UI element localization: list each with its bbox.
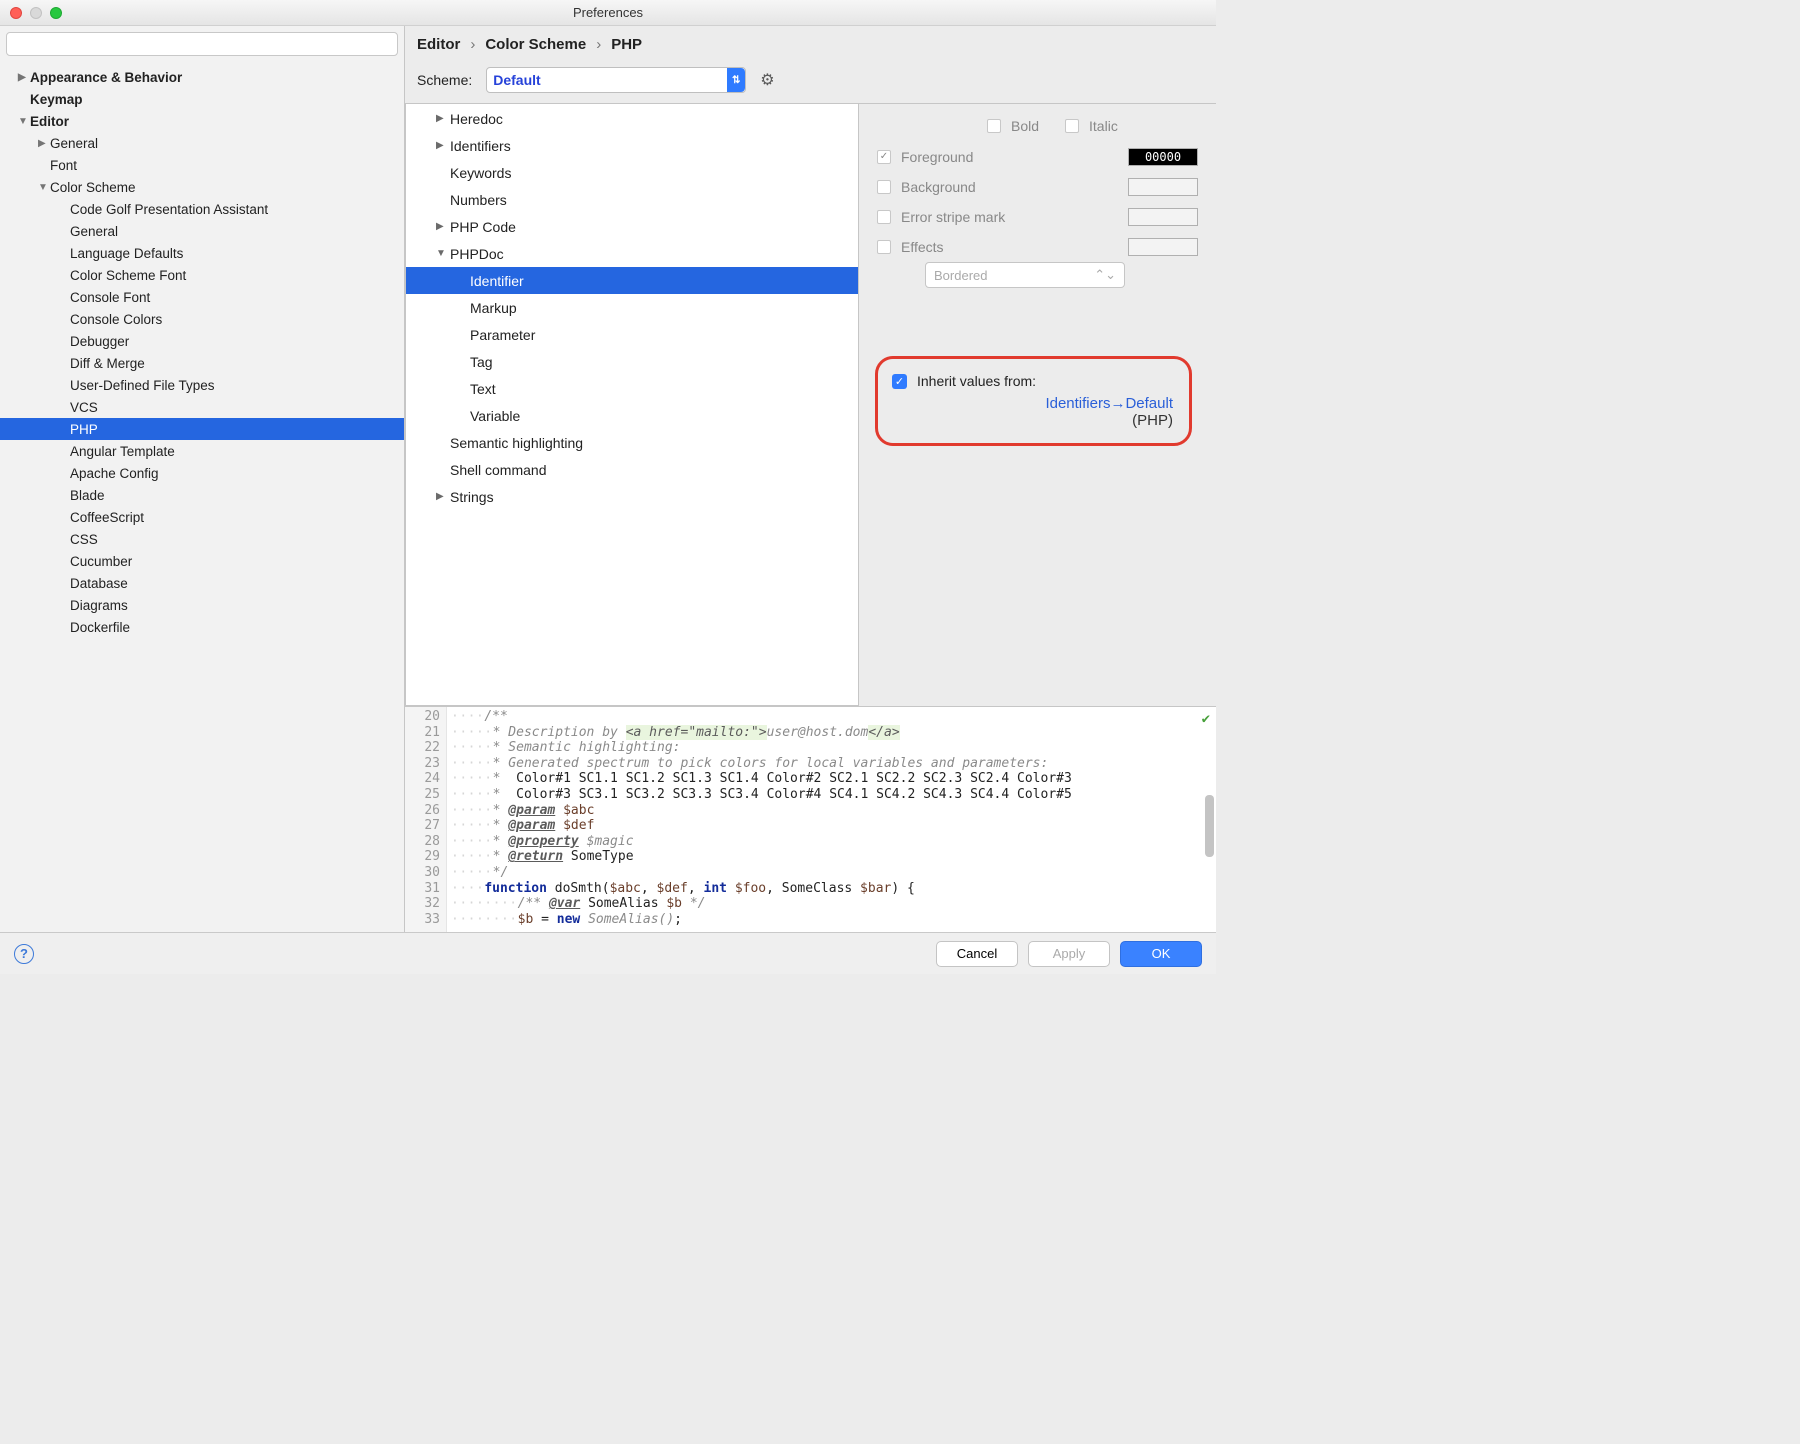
sidebar-item[interactable]: Diagrams bbox=[0, 594, 404, 616]
effects-checkbox[interactable] bbox=[877, 240, 891, 254]
inherit-sublabel: (PHP) bbox=[892, 412, 1173, 429]
sidebar-item[interactable]: VCS bbox=[0, 396, 404, 418]
foreground-swatch[interactable]: 00000 bbox=[1128, 148, 1198, 166]
attribute-item[interactable]: Numbers bbox=[406, 186, 858, 213]
attribute-item[interactable]: Markup bbox=[406, 294, 858, 321]
settings-tree[interactable]: ▶Appearance & BehaviorKeymap▼Editor▶Gene… bbox=[0, 62, 404, 932]
help-button[interactable]: ? bbox=[14, 944, 34, 964]
cancel-button[interactable]: Cancel bbox=[936, 941, 1018, 967]
chevron-right-icon: › bbox=[596, 36, 601, 53]
sidebar-item[interactable]: CSS bbox=[0, 528, 404, 550]
effects-swatch[interactable] bbox=[1128, 238, 1198, 256]
sidebar-item[interactable]: User-Defined File Types bbox=[0, 374, 404, 396]
foreground-checkbox[interactable] bbox=[877, 150, 891, 164]
bold-toggle[interactable]: Bold bbox=[987, 118, 1039, 134]
attribute-item[interactable]: ▶PHP Code bbox=[406, 213, 858, 240]
breadcrumb-item: PHP bbox=[611, 36, 642, 53]
attribute-item[interactable]: Semantic highlighting bbox=[406, 429, 858, 456]
breadcrumb-item[interactable]: Editor bbox=[417, 36, 460, 53]
scheme-select[interactable]: Default ⇅ bbox=[486, 67, 746, 93]
chevron-updown-icon: ⌃⌄ bbox=[1094, 267, 1116, 283]
sidebar-item[interactable]: Keymap bbox=[0, 88, 404, 110]
attribute-tree[interactable]: Functions and Methods▶Heredoc▶Identifier… bbox=[405, 103, 859, 706]
foreground-row[interactable]: Foreground00000 bbox=[877, 142, 1198, 172]
sidebar-item[interactable]: Database bbox=[0, 572, 404, 594]
dropdown-spinner-icon: ⇅ bbox=[727, 68, 745, 92]
chevron-right-icon: › bbox=[470, 36, 475, 53]
sidebar-item[interactable]: CoffeeScript bbox=[0, 506, 404, 528]
inherit-callout: ✓ Inherit values from: Identifiers→Defau… bbox=[875, 356, 1192, 446]
inherit-link[interactable]: Identifiers→Default bbox=[892, 395, 1173, 412]
apply-button[interactable]: Apply bbox=[1028, 941, 1110, 967]
gutter: 2021222324252627282930313233 bbox=[405, 707, 447, 932]
sidebar-item[interactable]: Angular Template bbox=[0, 440, 404, 462]
effects-type-select[interactable]: Bordered⌃⌄ bbox=[925, 262, 1125, 288]
sidebar-item[interactable]: Cucumber bbox=[0, 550, 404, 572]
attribute-item[interactable]: Variable bbox=[406, 402, 858, 429]
dialog-footer: ? Cancel Apply OK bbox=[0, 932, 1216, 974]
attribute-item[interactable]: Tag bbox=[406, 348, 858, 375]
sidebar-item[interactable]: ▼Editor bbox=[0, 110, 404, 132]
breadcrumb: Editor › Color Scheme › PHP bbox=[405, 26, 1216, 59]
sidebar-item[interactable]: Code Golf Presentation Assistant bbox=[0, 198, 404, 220]
background-checkbox[interactable] bbox=[877, 180, 891, 194]
scheme-label: Scheme: bbox=[417, 72, 472, 88]
attribute-item[interactable]: Text bbox=[406, 375, 858, 402]
sidebar-item[interactable]: Language Defaults bbox=[0, 242, 404, 264]
breadcrumb-item[interactable]: Color Scheme bbox=[485, 36, 586, 53]
errorstripe-row[interactable]: Error stripe mark bbox=[877, 202, 1198, 232]
attribute-item[interactable]: Shell command bbox=[406, 456, 858, 483]
errorstripe-checkbox[interactable] bbox=[877, 210, 891, 224]
code-area[interactable]: ····/**·····* Description by <a href="ma… bbox=[447, 707, 1216, 932]
code-preview[interactable]: 2021222324252627282930313233 ····/**····… bbox=[405, 706, 1216, 932]
sidebar-item[interactable]: Diff & Merge bbox=[0, 352, 404, 374]
attribute-item[interactable]: ▶Strings bbox=[406, 483, 858, 510]
background-row[interactable]: Background bbox=[877, 172, 1198, 202]
settings-search-input[interactable] bbox=[6, 32, 398, 56]
attribute-item[interactable]: Parameter bbox=[406, 321, 858, 348]
ok-button[interactable]: OK bbox=[1120, 941, 1202, 967]
sidebar-item[interactable]: Debugger bbox=[0, 330, 404, 352]
inherit-checkbox[interactable]: ✓ bbox=[892, 374, 907, 389]
sidebar-item[interactable]: Dockerfile bbox=[0, 616, 404, 638]
gear-icon[interactable]: ⚙ bbox=[760, 70, 774, 90]
settings-sidebar: 🔍▾ ▶Appearance & BehaviorKeymap▼Editor▶G… bbox=[0, 26, 405, 932]
sidebar-item[interactable]: General bbox=[0, 220, 404, 242]
sidebar-item[interactable]: ▼Color Scheme bbox=[0, 176, 404, 198]
scrollbar-thumb[interactable] bbox=[1205, 795, 1214, 857]
attribute-item[interactable]: ▶Heredoc bbox=[406, 105, 858, 132]
attribute-item[interactable]: ▶Identifiers bbox=[406, 132, 858, 159]
attribute-item[interactable]: Identifier bbox=[406, 267, 858, 294]
sidebar-item[interactable]: Console Font bbox=[0, 286, 404, 308]
style-panel: Bold Italic Foreground00000 Background E… bbox=[859, 104, 1216, 706]
sidebar-item[interactable]: Blade bbox=[0, 484, 404, 506]
effects-row[interactable]: Effects bbox=[877, 232, 1198, 262]
sidebar-item[interactable]: ▶General bbox=[0, 132, 404, 154]
attribute-item[interactable]: ▼PHPDoc bbox=[406, 240, 858, 267]
inherit-label: Inherit values from: bbox=[917, 373, 1036, 389]
sidebar-item[interactable]: PHP bbox=[0, 418, 404, 440]
attribute-item[interactable]: Keywords bbox=[406, 159, 858, 186]
settings-main: Editor › Color Scheme › PHP Scheme: Defa… bbox=[405, 26, 1216, 932]
sidebar-item[interactable]: ▶Appearance & Behavior bbox=[0, 66, 404, 88]
window-title: Preferences bbox=[0, 5, 1216, 20]
sidebar-item[interactable]: Font bbox=[0, 154, 404, 176]
scheme-value: Default bbox=[493, 72, 540, 88]
italic-toggle[interactable]: Italic bbox=[1065, 118, 1118, 134]
sidebar-item[interactable]: Console Colors bbox=[0, 308, 404, 330]
sidebar-item[interactable]: Color Scheme Font bbox=[0, 264, 404, 286]
errorstripe-swatch[interactable] bbox=[1128, 208, 1198, 226]
background-swatch[interactable] bbox=[1128, 178, 1198, 196]
titlebar: Preferences bbox=[0, 0, 1216, 26]
sidebar-item[interactable]: Apache Config bbox=[0, 462, 404, 484]
inspection-ok-icon[interactable]: ✔ bbox=[1202, 711, 1210, 727]
